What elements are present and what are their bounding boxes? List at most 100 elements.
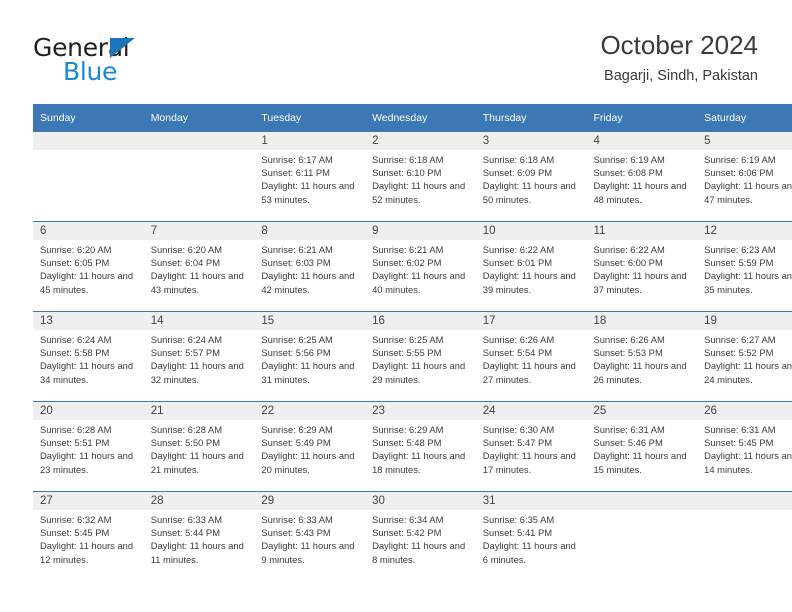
- calendar-day-cell: [143, 131, 255, 221]
- daylight-text: Daylight: 11 hours and 11 minutes.: [150, 540, 244, 565]
- day-number: 8: [254, 222, 366, 240]
- calendar-day-cell[interactable]: 24 Sunrise: 6:30 AM Sunset: 5:47 PM Dayligh…: [475, 401, 587, 491]
- calendar-day-cell[interactable]: 22 Sunrise: 6:29 AM Sunset: 5:49 PM Dayligh…: [254, 401, 366, 491]
- day-number: 25: [586, 402, 698, 420]
- day-details: Sunrise: 6:20 AM Sunset: 6:04 PM Daylight:…: [144, 240, 255, 296]
- calendar-day-cell[interactable]: 15 Sunrise: 6:25 AM Sunset: 5:56 PM Dayligh…: [254, 311, 366, 401]
- day-number: 18: [586, 312, 698, 330]
- calendar-week-row: 20 Sunrise: 6:28 AM Sunset: 5:51 PM Dayligh…: [33, 401, 792, 491]
- sunrise-text: Sunrise: 6:30 AM: [482, 424, 555, 435]
- sunrise-text: Sunrise: 6:20 AM: [40, 244, 112, 255]
- calendar-day-cell[interactable]: 21 Sunrise: 6:28 AM Sunset: 5:50 PM Dayligh…: [143, 401, 255, 491]
- page-subtitle: Bagarji, Sindh, Pakistan: [604, 68, 758, 84]
- day-details: Sunrise: 6:25 AM Sunset: 5:55 PM Daylight:…: [365, 330, 476, 386]
- logo-text-blue: Blue: [63, 57, 118, 86]
- sunrise-text: Sunrise: 6:18 AM: [372, 154, 444, 165]
- calendar-day-cell[interactable]: 29 Sunrise: 6:33 AM Sunset: 5:43 PM Dayligh…: [254, 491, 366, 581]
- calendar-day-cell[interactable]: 12 Sunrise: 6:23 AM Sunset: 5:59 PM Dayligh…: [697, 221, 792, 311]
- calendar-day-cell[interactable]: 2 Sunrise: 6:18 AM Sunset: 6:10 PM Daylight…: [365, 131, 476, 221]
- day-cell: 20 Sunrise: 6:28 AM Sunset: 5:51 PM Dayligh…: [33, 401, 144, 491]
- calendar-day-cell[interactable]: 20 Sunrise: 6:28 AM Sunset: 5:51 PM Dayligh…: [33, 401, 144, 491]
- calendar-day-cell[interactable]: 31 Sunrise: 6:35 AM Sunset: 5:41 PM Dayligh…: [475, 491, 587, 581]
- calendar-day-cell[interactable]: 16 Sunrise: 6:25 AM Sunset: 5:55 PM Dayligh…: [365, 311, 476, 401]
- calendar-day-cell[interactable]: 13 Sunrise: 6:24 AM Sunset: 5:58 PM Dayligh…: [33, 311, 144, 401]
- sunset-text: Sunset: 6:01 PM: [482, 257, 553, 269]
- day-number: 15: [254, 312, 366, 330]
- day-number: 17: [475, 312, 587, 330]
- sunrise-text: Sunrise: 6:31 AM: [704, 424, 776, 435]
- calendar-day-cell[interactable]: 28 Sunrise: 6:33 AM Sunset: 5:44 PM Dayligh…: [143, 491, 255, 581]
- sunset-text: Sunset: 5:52 PM: [704, 347, 774, 359]
- sunset-text: Sunset: 5:44 PM: [150, 527, 220, 539]
- day-details: Sunrise: 6:20 AM Sunset: 6:05 PM Daylight:…: [33, 240, 144, 296]
- day-cell: 6 Sunrise: 6:20 AM Sunset: 6:05 PM Daylight…: [33, 221, 144, 311]
- day-number: 22: [254, 402, 366, 420]
- day-number: [143, 132, 255, 150]
- sunrise-text: Sunrise: 6:32 AM: [40, 514, 112, 525]
- calendar-day-cell[interactable]: 9 Sunrise: 6:21 AM Sunset: 6:02 PM Daylight…: [365, 221, 476, 311]
- day-details: Sunrise: 6:26 AM Sunset: 5:54 PM Daylight:…: [476, 330, 587, 386]
- day-cell: 22 Sunrise: 6:29 AM Sunset: 5:49 PM Dayligh…: [254, 401, 366, 491]
- calendar-day-cell[interactable]: 25 Sunrise: 6:31 AM Sunset: 5:46 PM Dayligh…: [586, 401, 698, 491]
- calendar-day-cell[interactable]: 5 Sunrise: 6:19 AM Sunset: 6:06 PM Daylight…: [697, 131, 792, 221]
- calendar-day-cell[interactable]: 23 Sunrise: 6:29 AM Sunset: 5:48 PM Dayligh…: [365, 401, 476, 491]
- sunrise-text: Sunrise: 6:24 AM: [150, 334, 223, 345]
- sunrise-text: Sunrise: 6:33 AM: [261, 514, 333, 525]
- weekday-header-wednesday: Wednesday: [365, 104, 476, 131]
- calendar-day-cell[interactable]: 7 Sunrise: 6:20 AM Sunset: 6:04 PM Daylight…: [143, 221, 255, 311]
- calendar-day-cell[interactable]: 11 Sunrise: 6:22 AM Sunset: 6:00 PM Dayligh…: [586, 221, 698, 311]
- day-number: 20: [33, 402, 144, 420]
- day-number: 6: [33, 222, 144, 240]
- daylight-text: Daylight: 11 hours and 34 minutes.: [40, 360, 134, 385]
- calendar-week-row: 27 Sunrise: 6:32 AM Sunset: 5:45 PM Dayligh…: [33, 491, 792, 581]
- calendar-day-cell[interactable]: 1 Sunrise: 6:17 AM Sunset: 6:11 PM Daylight…: [254, 131, 366, 221]
- empty-day-cell: [143, 131, 255, 221]
- calendar-day-cell[interactable]: 4 Sunrise: 6:19 AM Sunset: 6:08 PM Daylight…: [586, 131, 698, 221]
- day-cell: 27 Sunrise: 6:32 AM Sunset: 5:45 PM Dayligh…: [33, 491, 144, 581]
- sunrise-text: Sunrise: 6:27 AM: [704, 334, 776, 345]
- daylight-text: Daylight: 11 hours and 52 minutes.: [372, 180, 466, 205]
- day-cell: 29 Sunrise: 6:33 AM Sunset: 5:43 PM Dayligh…: [254, 491, 366, 581]
- day-number: 21: [143, 402, 255, 420]
- calendar-day-cell[interactable]: 30 Sunrise: 6:34 AM Sunset: 5:42 PM Dayligh…: [365, 491, 476, 581]
- general-blue-logo[interactable]: General Blue: [33, 33, 233, 88]
- day-number: 19: [697, 312, 792, 330]
- calendar-day-cell[interactable]: 3 Sunrise: 6:18 AM Sunset: 6:09 PM Daylight…: [475, 131, 587, 221]
- calendar-day-cell[interactable]: 26 Sunrise: 6:31 AM Sunset: 5:45 PM Dayligh…: [697, 401, 792, 491]
- day-details: Sunrise: 6:30 AM Sunset: 5:47 PM Daylight:…: [476, 420, 587, 476]
- day-number: 16: [365, 312, 476, 330]
- sunset-text: Sunset: 6:03 PM: [261, 257, 331, 269]
- calendar-day-cell[interactable]: 14 Sunrise: 6:24 AM Sunset: 5:57 PM Dayligh…: [143, 311, 255, 401]
- day-details: Sunrise: 6:31 AM Sunset: 5:46 PM Daylight:…: [586, 420, 697, 476]
- day-number: 4: [586, 132, 698, 150]
- sunrise-text: Sunrise: 6:29 AM: [372, 424, 444, 435]
- daylight-text: Daylight: 11 hours and 18 minutes.: [372, 450, 466, 475]
- daylight-text: Daylight: 11 hours and 40 minutes.: [372, 270, 466, 295]
- sunrise-text: Sunrise: 6:26 AM: [593, 334, 665, 345]
- calendar-day-cell[interactable]: 27 Sunrise: 6:32 AM Sunset: 5:45 PM Dayligh…: [33, 491, 144, 581]
- day-details: Sunrise: 6:23 AM Sunset: 5:59 PM Daylight:…: [697, 240, 792, 296]
- day-details: Sunrise: 6:33 AM Sunset: 5:43 PM Daylight:…: [254, 510, 365, 566]
- daylight-text: Daylight: 11 hours and 45 minutes.: [40, 270, 134, 295]
- day-cell: 9 Sunrise: 6:21 AM Sunset: 6:02 PM Daylight…: [365, 221, 476, 311]
- calendar-day-cell[interactable]: 10 Sunrise: 6:22 AM Sunset: 6:01 PM Dayligh…: [475, 221, 587, 311]
- day-details: Sunrise: 6:18 AM Sunset: 6:09 PM Daylight:…: [476, 150, 587, 206]
- day-cell: 14 Sunrise: 6:24 AM Sunset: 5:57 PM Dayligh…: [143, 311, 255, 401]
- sunrise-text: Sunrise: 6:33 AM: [150, 514, 223, 525]
- sunset-text: Sunset: 5:59 PM: [704, 257, 774, 269]
- calendar-week-row: 13 Sunrise: 6:24 AM Sunset: 5:58 PM Dayligh…: [33, 311, 792, 401]
- calendar-page: General Blue October 2024 Bagarji, Sindh…: [0, 0, 792, 612]
- day-number: 9: [365, 222, 476, 240]
- sunset-text: Sunset: 6:10 PM: [372, 167, 442, 179]
- sunset-text: Sunset: 5:47 PM: [482, 437, 553, 449]
- calendar-day-cell[interactable]: 6 Sunrise: 6:20 AM Sunset: 6:05 PM Daylight…: [33, 221, 144, 311]
- calendar-day-cell: [586, 491, 698, 581]
- calendar-day-cell[interactable]: 18 Sunrise: 6:26 AM Sunset: 5:53 PM Dayligh…: [586, 311, 698, 401]
- daylight-text: Daylight: 11 hours and 23 minutes.: [40, 450, 134, 475]
- calendar-day-cell[interactable]: 17 Sunrise: 6:26 AM Sunset: 5:54 PM Dayligh…: [475, 311, 587, 401]
- calendar-day-cell[interactable]: 19 Sunrise: 6:27 AM Sunset: 5:52 PM Dayligh…: [697, 311, 792, 401]
- sunset-text: Sunset: 5:45 PM: [40, 527, 110, 539]
- day-details: Sunrise: 6:34 AM Sunset: 5:42 PM Daylight:…: [365, 510, 476, 566]
- sunset-text: Sunset: 5:53 PM: [593, 347, 663, 359]
- calendar-day-cell[interactable]: 8 Sunrise: 6:21 AM Sunset: 6:03 PM Daylight…: [254, 221, 366, 311]
